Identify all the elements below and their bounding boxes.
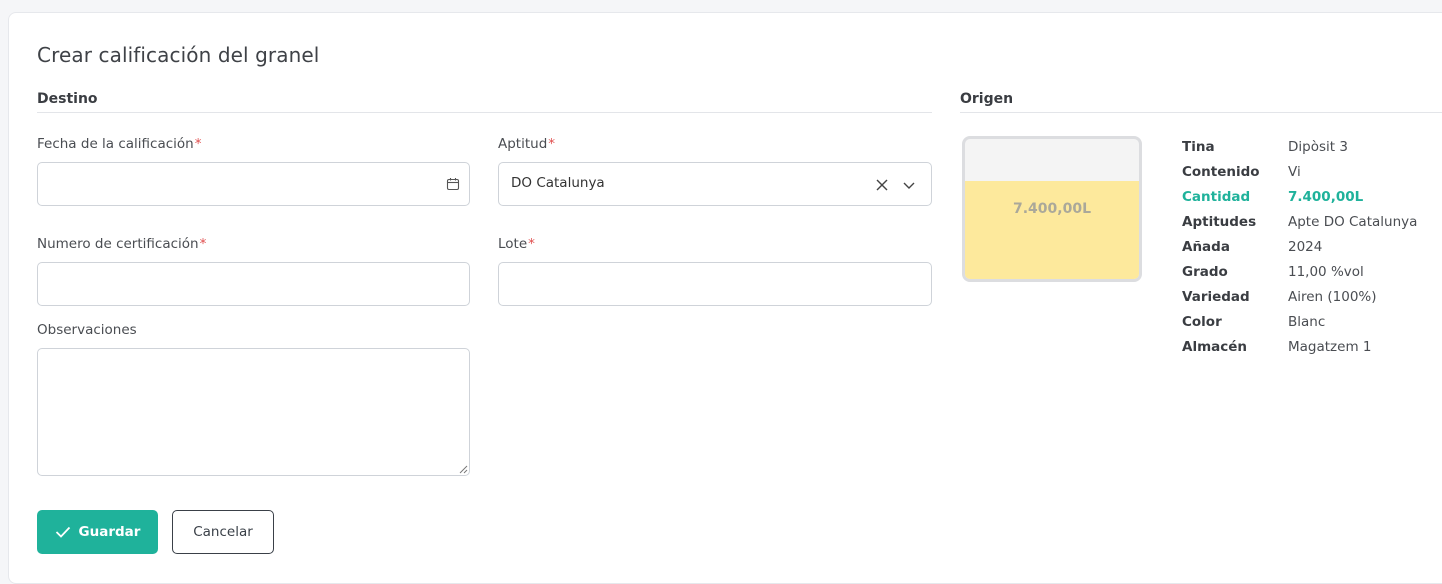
detail-value: 11,00 %vol <box>1288 264 1364 280</box>
calendar-icon[interactable] <box>446 177 460 191</box>
numero-certificacion-label: Numero de certificación* <box>37 236 207 252</box>
lote-input[interactable] <box>498 262 932 306</box>
detail-value: Airen (100%) <box>1288 289 1377 305</box>
aptitud-select[interactable]: DO Catalunya <box>498 162 932 206</box>
observaciones-label: Observaciones <box>37 322 137 338</box>
origen-divider <box>960 112 1442 113</box>
destino-section-title: Destino <box>37 91 98 107</box>
tank-visual: 7.400,00L <box>962 136 1142 282</box>
destino-divider <box>37 112 932 113</box>
fecha-label: Fecha de la calificación* <box>37 136 202 152</box>
detail-key: Añada <box>1182 239 1230 255</box>
detail-key: Variedad <box>1182 289 1250 305</box>
lote-label: Lote* <box>498 236 535 252</box>
origen-section-title: Origen <box>960 91 1014 107</box>
cancel-label: Cancelar <box>193 524 253 540</box>
tank-fill-level <box>965 181 1139 279</box>
detail-key: Aptitudes <box>1182 214 1257 230</box>
detail-value: Vi <box>1288 164 1301 180</box>
detail-key: Almacén <box>1182 339 1248 355</box>
tank-level-label: 7.400,00L <box>1012 201 1091 217</box>
detail-key: Contenido <box>1182 164 1260 180</box>
detail-value: Magatzem 1 <box>1288 339 1372 355</box>
aptitud-selected-value: DO Catalunya <box>511 175 605 191</box>
detail-key: Cantidad <box>1182 189 1251 205</box>
check-icon <box>55 526 70 538</box>
clear-icon[interactable] <box>875 178 889 192</box>
chevron-down-icon[interactable] <box>902 178 916 192</box>
cancel-button[interactable]: Cancelar <box>172 510 274 554</box>
resize-handle-icon[interactable] <box>459 465 468 474</box>
detail-key: Color <box>1182 314 1222 330</box>
detail-key: Tina <box>1182 139 1215 155</box>
aptitud-label: Aptitud* <box>498 136 556 152</box>
detail-key: Grado <box>1182 264 1228 280</box>
observaciones-textarea[interactable] <box>37 348 470 476</box>
save-label: Guardar <box>78 524 141 540</box>
detail-value: Dipòsit 3 <box>1288 139 1348 155</box>
detail-value: 7.400,00L <box>1288 189 1364 205</box>
detail-value: Apte DO Catalunya <box>1288 214 1418 230</box>
detail-value: Blanc <box>1288 314 1326 330</box>
detail-value: 2024 <box>1288 239 1323 255</box>
numero-certificacion-input[interactable] <box>37 262 470 306</box>
fecha-date-input[interactable] <box>37 162 470 206</box>
save-button[interactable]: Guardar <box>37 510 158 554</box>
page-title: Crear calificación del granel <box>37 43 320 67</box>
